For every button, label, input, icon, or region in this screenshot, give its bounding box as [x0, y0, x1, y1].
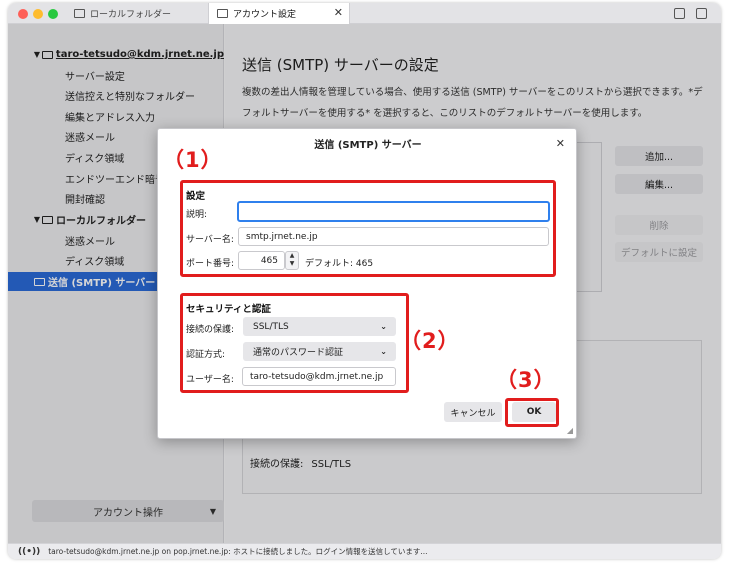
status-text: taro-tetsudo@kdm.jrnet.ne.jp on pop.jrne…	[48, 547, 428, 556]
connection-activity-icon: ((•))	[18, 546, 41, 557]
tab-local-folder[interactable]: ローカルフォルダー	[66, 3, 206, 24]
annotation-box-ok	[505, 398, 559, 427]
tab-account-settings-label: アカウント設定	[233, 10, 297, 20]
maximize-window-button[interactable]	[48, 9, 58, 19]
annotation-box-settings	[180, 180, 556, 277]
minimize-window-button[interactable]	[33, 9, 43, 19]
annotation-box-security	[180, 293, 409, 393]
tab-account-settings[interactable]: アカウント設定 ✕	[208, 3, 350, 24]
tab-local-folder-label: ローカルフォルダー	[90, 10, 172, 20]
resize-grip-icon[interactable]: ◢	[567, 426, 573, 435]
cancel-button[interactable]: キャンセル	[444, 402, 502, 422]
annotation-number-1: （1）	[163, 148, 223, 172]
folder-icon	[74, 9, 85, 18]
close-window-button[interactable]	[18, 9, 28, 19]
tab-close-icon[interactable]: ✕	[334, 6, 343, 19]
annotation-number-2: （2）	[400, 329, 460, 353]
settings-icon	[217, 9, 228, 18]
annotation-number-3: （3）	[496, 368, 556, 392]
tab-bar: ローカルフォルダー アカウント設定 ✕	[8, 3, 721, 24]
tasks-icon[interactable]	[696, 8, 707, 19]
status-bar: ((•)) taro-tetsudo@kdm.jrnet.ne.jp on po…	[8, 543, 721, 559]
close-icon[interactable]: ✕	[556, 137, 565, 150]
calendar-icon[interactable]	[674, 8, 685, 19]
